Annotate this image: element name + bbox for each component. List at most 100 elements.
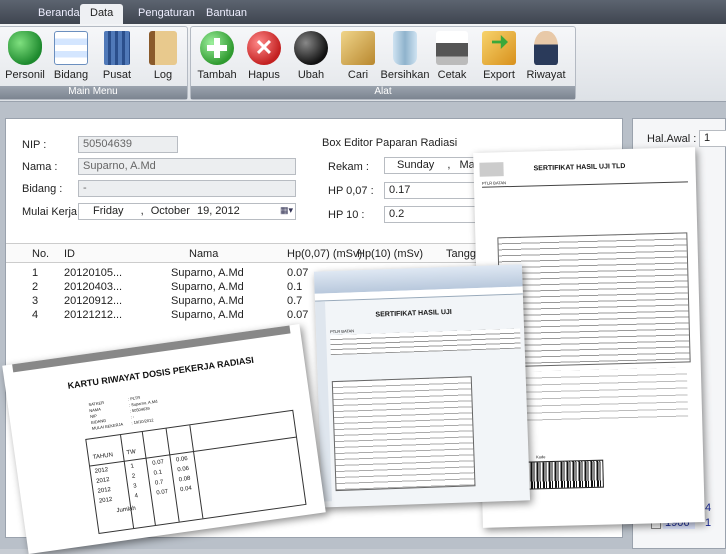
export-icon (482, 31, 516, 65)
card-cell: 2012 (95, 477, 110, 485)
nama-label: Nama : (22, 161, 58, 173)
card-cell: 4 (134, 493, 139, 500)
alat-group-label: Alat (191, 86, 575, 99)
calendar-dropdown-icon[interactable]: ▦▾ (280, 205, 293, 216)
cell-hp007: 0.07 (287, 267, 309, 279)
card-cell: 0.08 (178, 475, 191, 484)
cell-no: 1 (32, 267, 39, 279)
personil-button[interactable]: Personil (0, 29, 51, 85)
barcode-label: Kode (536, 454, 546, 460)
delete-icon: ✕ (247, 31, 281, 65)
certificate-org: PTLR BATAN (481, 180, 507, 186)
col-nama[interactable]: Nama (189, 248, 218, 260)
col-id[interactable]: ID (64, 248, 75, 260)
tambah-button[interactable]: Tambah (191, 29, 243, 85)
card-cell: 2012 (97, 486, 112, 495)
alat-group: Tambah ✕ Hapus Ubah Cari Bersihkan Cetak… (190, 26, 576, 100)
tab-pengaturan[interactable]: Pengaturan (128, 4, 205, 24)
cari-button[interactable]: Cari (332, 29, 384, 85)
certificate-title: SERTIFIKAT HASIL UJI TLD (533, 162, 626, 173)
cell-hp007: 0.1 (287, 281, 303, 293)
user-history-icon (534, 31, 558, 65)
jumlah-label: Jumlah (116, 505, 137, 515)
export-button[interactable]: Export (473, 29, 525, 85)
cell-no: 2 (32, 281, 39, 293)
card-cell: 2012 (94, 467, 109, 475)
spreadsheet-title: SERTIFIKAT HASIL UJI (375, 308, 452, 319)
rekam-separator: , (447, 159, 451, 171)
main-menu-group: Personil Bidang Pusat Log Main Menu (0, 26, 188, 100)
col-hp10[interactable]: Hp(10) (mSv) (357, 248, 423, 260)
dose-card-table: TAHUN TW 2012 1 0.07 0.06 2012 2 0.1 0.0… (85, 409, 307, 535)
cell-hp007: 0.7 (287, 295, 303, 307)
rekam-day: Sunday (397, 159, 435, 171)
printer-icon (436, 31, 468, 65)
card-cell: 0.07 (156, 488, 169, 497)
cell-id: 20120105... (64, 267, 123, 279)
nama-field[interactable]: Suparno, A.Md (78, 158, 296, 175)
col-tahun: TAHUN (92, 452, 114, 462)
mulai-month: October (150, 205, 190, 217)
card-cell: 0.7 (154, 479, 164, 487)
trash-icon (393, 31, 417, 65)
ribbon-tab-bar: Beranda Data Pengaturan Bantuan (0, 0, 726, 24)
hal-awal-input[interactable]: 1 (699, 130, 726, 147)
edit-icon (294, 31, 328, 65)
mulai-kerja-label: Mulai Kerja : (22, 206, 84, 218)
people-icon (8, 31, 42, 65)
mulai-kerja-datepicker[interactable]: Friday , October 19, 2012 ▦▾ (78, 203, 296, 220)
col-hp007[interactable]: Hp(0,07) (mSv) (287, 248, 362, 260)
ubah-button[interactable]: Ubah (285, 29, 337, 85)
mulai-date: 19, 2012 (196, 205, 240, 217)
bidang-label: Bidang : (22, 183, 63, 195)
mulai-day: Friday (93, 205, 124, 217)
tab-bantuan[interactable]: Bantuan (196, 4, 257, 24)
card-cell: 1 (130, 463, 135, 470)
card-cell: 2 (131, 473, 136, 480)
card-bidang-value: : - (130, 413, 135, 420)
log-button[interactable]: Log (137, 29, 189, 85)
cetak-button[interactable]: Cetak (426, 29, 478, 85)
building-icon (104, 31, 130, 65)
date-separator: , (140, 205, 144, 217)
spreadsheet-document: SERTIFIKAT HASIL UJI PTLR BATAN (313, 264, 531, 508)
box-editor-title: Box Editor Paparan Radiasi (322, 137, 458, 149)
cell-nama: Suparno, A.Md (171, 295, 244, 307)
riwayat-button[interactable]: Riwayat (520, 29, 572, 85)
card-cell: 0.06 (175, 455, 189, 464)
cell-id: 20121212... (64, 309, 123, 321)
cell-nama: Suparno, A.Md (171, 281, 244, 293)
spreadsheet-org: PTLR BATAN (329, 328, 355, 335)
col-no[interactable]: No. (32, 248, 49, 260)
rekam-label: Rekam : (328, 161, 369, 173)
hal-awal-label: Hal.Awal : (647, 133, 697, 145)
cell-nama: Suparno, A.Md (171, 309, 244, 321)
pusat-button[interactable]: Pusat (91, 29, 143, 85)
hp007-label: HP 0,07 : (328, 185, 374, 197)
main-menu-group-label: Main Menu (0, 86, 187, 99)
certificate-table (497, 232, 691, 368)
bersihkan-button[interactable]: Bersihkan (379, 29, 431, 85)
cell-id: 20120912... (64, 295, 123, 307)
search-icon (341, 31, 375, 65)
card-cell: 0.04 (179, 485, 193, 494)
nip-field[interactable]: 50504639 (78, 136, 178, 153)
batan-logo (479, 162, 504, 177)
nip-label: NIP : (22, 139, 47, 151)
card-cell: 2012 (98, 496, 113, 505)
tab-data[interactable]: Data (80, 4, 124, 24)
cell-no: 3 (32, 295, 39, 307)
bidang-button[interactable]: Bidang (45, 29, 97, 85)
card-cell: 0.07 (151, 459, 165, 467)
cell-id: 20120403... (64, 281, 123, 293)
list-item-count: 4 (705, 502, 712, 514)
card-cell: 0.06 (177, 465, 190, 474)
form-icon (54, 31, 88, 65)
card-cell: 0.1 (153, 469, 163, 477)
card-cell: 3 (132, 483, 138, 490)
hapus-button[interactable]: ✕ Hapus (238, 29, 290, 85)
col-tw: TW (126, 449, 137, 457)
bidang-field[interactable]: - (78, 180, 296, 197)
log-book-icon (149, 31, 177, 65)
cell-hp007: 0.07 (287, 309, 309, 321)
